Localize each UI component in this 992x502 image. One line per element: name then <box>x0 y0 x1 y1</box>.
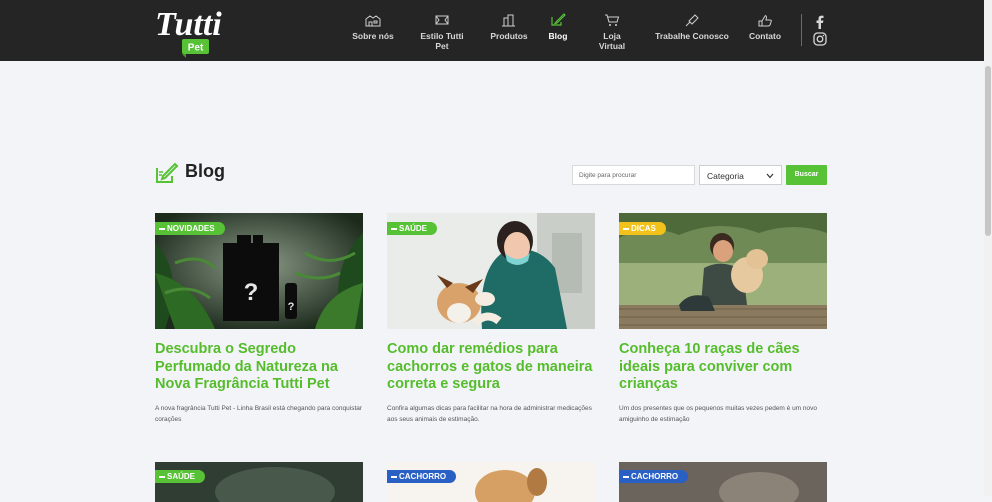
post-thumbnail[interactable]: CACHORRO <box>619 462 827 502</box>
category-select-label: Categoria <box>707 171 744 181</box>
nav-estilo-tutti-pet[interactable]: Estilo Tutti Pet <box>413 13 471 51</box>
svg-text:?: ? <box>288 301 295 313</box>
nav-blog[interactable]: Blog <box>546 13 570 47</box>
tutti-pet-logo[interactable]: Tutti Pet <box>155 3 225 59</box>
nav-contato[interactable]: Contato <box>748 13 782 47</box>
products-icon <box>502 14 515 27</box>
scrollbar-thumb[interactable] <box>985 66 991 236</box>
category-select[interactable]: Categoria <box>699 165 782 185</box>
post-title[interactable]: Como dar remédios para cachorros e gatos… <box>387 341 595 394</box>
nav-separator <box>801 14 802 46</box>
post-title[interactable]: Conheça 10 raças de cães ideais para con… <box>619 341 827 394</box>
post-excerpt: Um dos presentes que os pequenos muitas … <box>619 405 818 423</box>
svg-text:?: ? <box>244 279 259 306</box>
bone-icon <box>435 15 449 25</box>
nav-loja-virtual[interactable]: Loja Virtual <box>589 13 635 51</box>
svg-text:Pet: Pet <box>188 43 204 54</box>
category-badge[interactable]: NOVIDADES <box>155 222 225 235</box>
category-badge[interactable]: CACHORRO <box>387 470 457 483</box>
building-icon <box>365 15 381 27</box>
pencil-note-icon <box>156 162 179 183</box>
cart-icon <box>605 14 620 26</box>
nav-sobre-nos[interactable]: Sobre nós <box>352 13 394 47</box>
post-excerpt: A nova fragrância Tutti Pet - Linha Bras… <box>155 405 363 423</box>
post-thumbnail[interactable]: SAÚDE <box>387 213 595 329</box>
page-scrollbar[interactable] <box>984 0 992 496</box>
post-thumbnail[interactable]: ? ? NOVIDADES <box>155 213 363 329</box>
page-title: Blog <box>185 161 225 181</box>
facebook-icon[interactable] <box>813 15 827 29</box>
category-badge[interactable]: SAÚDE <box>155 470 206 483</box>
site-header: Tutti Pet Sobre nós Estilo Tutti Pet Pro… <box>0 0 984 61</box>
svg-text:Tutti: Tutti <box>155 6 222 43</box>
chevron-down-icon <box>766 173 774 179</box>
post-thumbnail[interactable]: SAÚDE <box>155 462 363 502</box>
category-badge[interactable]: CACHORRO <box>619 470 689 483</box>
post-thumbnail[interactable]: DICAS <box>619 213 827 329</box>
nav-produtos[interactable]: Produtos <box>489 13 529 47</box>
brush-icon <box>685 14 699 27</box>
post-title[interactable]: Descubra o Segredo Perfumado da Natureza… <box>155 341 363 394</box>
hand-icon <box>758 15 772 27</box>
instagram-icon[interactable] <box>813 32 827 46</box>
post-thumbnail[interactable]: CACHORRO <box>387 462 595 502</box>
pencil-note-icon <box>551 13 566 26</box>
search-button[interactable]: Buscar <box>786 165 827 185</box>
nav-trabalhe-conosco[interactable]: Trabalhe Conosco <box>655 13 729 47</box>
search-input[interactable] <box>572 165 695 185</box>
post-excerpt: Confira algumas dicas para facilitar na … <box>387 405 592 423</box>
category-badge[interactable]: DICAS <box>619 222 666 235</box>
category-badge[interactable]: SAÚDE <box>387 222 438 235</box>
